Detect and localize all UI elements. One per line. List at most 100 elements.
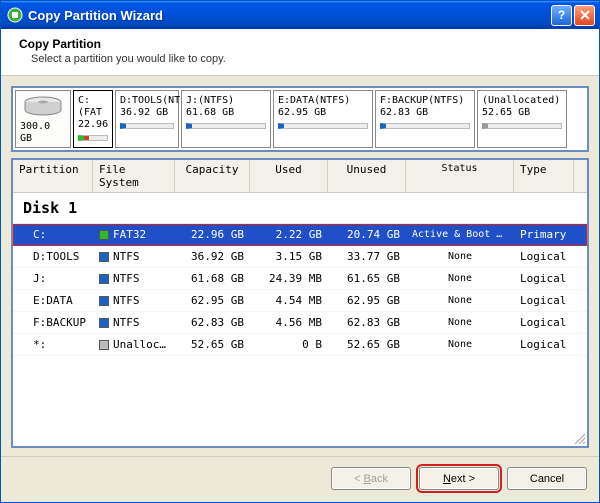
- disk-group-row[interactable]: Disk 1: [13, 193, 587, 224]
- table-row[interactable]: D:TOOLSNTFS36.92 GB3.15 GB33.77 GBNoneLo…: [13, 246, 587, 268]
- cell-unused: 61.65 GB: [328, 272, 406, 285]
- fs-color-icon: [99, 274, 109, 284]
- titlebar: Copy Partition Wizard ?: [1, 1, 599, 29]
- cell-filesystem: NTFS: [93, 316, 175, 329]
- map-cell-name: D:TOOLS(NT: [120, 95, 174, 107]
- disk-map-cell[interactable]: F:BACKUP(NTFS)62.83 GB: [375, 90, 475, 148]
- fs-color-icon: [99, 296, 109, 306]
- disk-map-cell[interactable]: E:DATA(NTFS)62.95 GB: [273, 90, 373, 148]
- map-cell-size: 36.92 GB: [120, 107, 174, 119]
- cell-type: Logical: [514, 250, 574, 263]
- map-cell-usage-bar: [78, 135, 108, 141]
- page-subtitle: Select a partition you would like to cop…: [19, 53, 583, 65]
- back-button[interactable]: < Back: [331, 467, 411, 490]
- map-cell-usage-bar: [380, 123, 470, 129]
- fs-color-icon: [99, 252, 109, 262]
- col-unused[interactable]: Unused: [328, 160, 406, 192]
- cell-status: None: [406, 273, 514, 284]
- col-partition[interactable]: Partition: [13, 160, 93, 192]
- col-status[interactable]: Status: [406, 160, 514, 192]
- page-title: Copy Partition: [19, 37, 583, 51]
- cell-filesystem: Unalloc…: [93, 338, 175, 351]
- cell-partition: *:: [13, 338, 93, 351]
- disk-map-cell[interactable]: J:(NTFS)61.68 GB: [181, 90, 271, 148]
- cell-type: Logical: [514, 338, 574, 351]
- wizard-footer: < Back Next > Cancel: [1, 456, 599, 502]
- cell-filesystem: NTFS: [93, 272, 175, 285]
- cell-capacity: 62.95 GB: [175, 294, 250, 307]
- map-cell-name: C:(FAT: [78, 95, 108, 119]
- fs-color-icon: [99, 318, 109, 328]
- cell-capacity: 22.96 GB: [175, 228, 250, 241]
- table-header: Partition File System Capacity Used Unus…: [13, 160, 587, 193]
- col-capacity[interactable]: Capacity: [175, 160, 250, 192]
- disk-map: 300.0 GB C:(FAT22.96D:TOOLS(NT36.92 GBJ:…: [11, 86, 589, 152]
- map-cell-usage-bar: [482, 123, 562, 129]
- table-row[interactable]: F:BACKUPNTFS62.83 GB4.56 MB62.83 GBNoneL…: [13, 312, 587, 334]
- harddisk-icon: [22, 95, 64, 119]
- col-used[interactable]: Used: [250, 160, 328, 192]
- cell-capacity: 52.65 GB: [175, 338, 250, 351]
- app-icon: [7, 7, 23, 23]
- cell-unused: 62.95 GB: [328, 294, 406, 307]
- cell-partition: E:DATA: [13, 294, 93, 307]
- next-button[interactable]: Next >: [419, 467, 499, 490]
- disk-overview-cell[interactable]: 300.0 GB: [15, 90, 71, 148]
- map-cell-usage-bar: [278, 123, 368, 129]
- cell-partition: J:: [13, 272, 93, 285]
- disk-map-cell[interactable]: (Unallocated)52.65 GB: [477, 90, 567, 148]
- cell-used: 0 B: [250, 338, 328, 351]
- content-area: 300.0 GB C:(FAT22.96D:TOOLS(NT36.92 GBJ:…: [1, 76, 599, 456]
- cell-status: None: [406, 339, 514, 350]
- cell-unused: 52.65 GB: [328, 338, 406, 351]
- map-cell-usage-bar: [120, 123, 174, 129]
- map-cell-size: 61.68 GB: [186, 107, 266, 119]
- cell-unused: 33.77 GB: [328, 250, 406, 263]
- fs-color-icon: [99, 340, 109, 350]
- disk-map-cell[interactable]: C:(FAT22.96: [73, 90, 113, 148]
- cell-type: Primary: [514, 228, 574, 241]
- cell-capacity: 36.92 GB: [175, 250, 250, 263]
- cell-filesystem: FAT32: [93, 228, 175, 241]
- cell-type: Logical: [514, 294, 574, 307]
- col-filesystem[interactable]: File System: [93, 160, 175, 192]
- table-row[interactable]: C:FAT3222.96 GB2.22 GB20.74 GBActive & B…: [13, 224, 587, 246]
- resize-grip-icon[interactable]: [13, 432, 587, 446]
- cell-used: 24.39 MB: [250, 272, 328, 285]
- cell-unused: 62.83 GB: [328, 316, 406, 329]
- fs-color-icon: [99, 230, 109, 240]
- cell-partition: C:: [13, 228, 93, 241]
- cell-filesystem: NTFS: [93, 250, 175, 263]
- disk-map-cell[interactable]: D:TOOLS(NT36.92 GB: [115, 90, 179, 148]
- cell-status: None: [406, 295, 514, 306]
- cell-used: 4.56 MB: [250, 316, 328, 329]
- map-cell-size: 52.65 GB: [482, 107, 562, 119]
- cell-used: 3.15 GB: [250, 250, 328, 263]
- disk-size-label: 300.0 GB: [20, 121, 66, 145]
- map-cell-size: 62.83 GB: [380, 107, 470, 119]
- cancel-button[interactable]: Cancel: [507, 467, 587, 490]
- cell-partition: F:BACKUP: [13, 316, 93, 329]
- close-button[interactable]: [574, 5, 595, 26]
- map-cell-name: (Unallocated): [482, 95, 562, 107]
- table-body: C:FAT3222.96 GB2.22 GB20.74 GBActive & B…: [13, 224, 587, 432]
- cell-filesystem: NTFS: [93, 294, 175, 307]
- help-button[interactable]: ?: [551, 5, 572, 26]
- wizard-header: Copy Partition Select a partition you wo…: [1, 29, 599, 76]
- map-cell-name: E:DATA(NTFS): [278, 95, 368, 107]
- cell-partition: D:TOOLS: [13, 250, 93, 263]
- cell-used: 2.22 GB: [250, 228, 328, 241]
- cell-status: Active & Boot & System: [406, 229, 514, 240]
- cell-type: Logical: [514, 316, 574, 329]
- map-cell-size: 62.95 GB: [278, 107, 368, 119]
- table-row[interactable]: J:NTFS61.68 GB24.39 MB61.65 GBNoneLogica…: [13, 268, 587, 290]
- cell-status: None: [406, 251, 514, 262]
- cell-used: 4.54 MB: [250, 294, 328, 307]
- cell-type: Logical: [514, 272, 574, 285]
- table-row[interactable]: E:DATANTFS62.95 GB4.54 MB62.95 GBNoneLog…: [13, 290, 587, 312]
- col-type[interactable]: Type: [514, 160, 574, 192]
- map-cell-name: F:BACKUP(NTFS): [380, 95, 470, 107]
- table-row[interactable]: *:Unalloc…52.65 GB0 B52.65 GBNoneLogical: [13, 334, 587, 356]
- cell-status: None: [406, 317, 514, 328]
- map-cell-usage-bar: [186, 123, 266, 129]
